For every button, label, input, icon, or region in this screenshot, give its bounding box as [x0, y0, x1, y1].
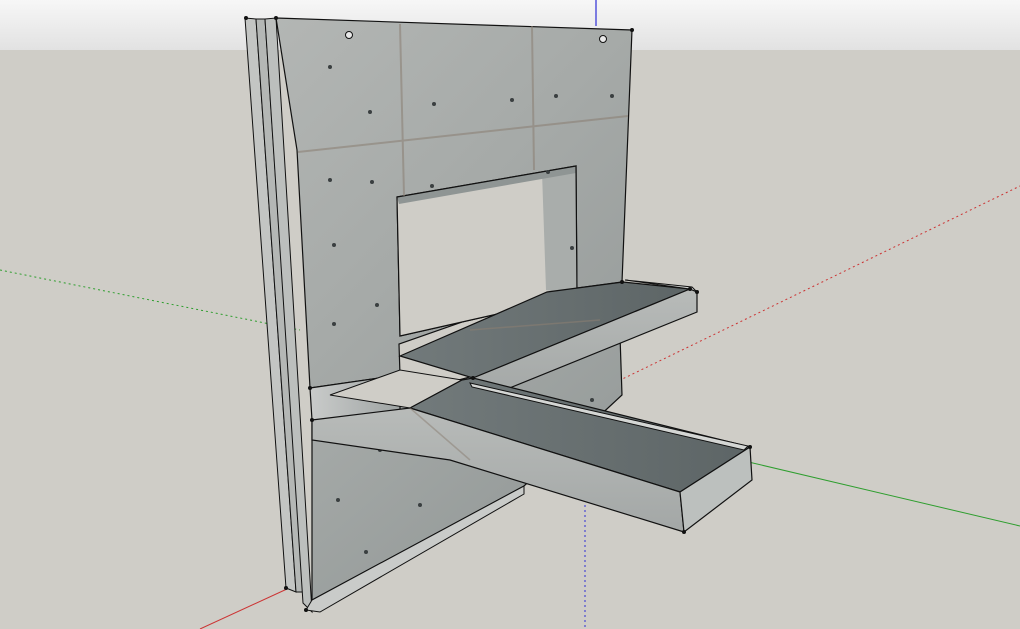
window-reveal-right [542, 166, 577, 296]
lifting-hole-left [345, 31, 353, 39]
model-canvas[interactable] [0, 0, 1020, 629]
lifting-hole-right [599, 35, 607, 43]
sketchup-viewport[interactable] [0, 0, 1020, 629]
